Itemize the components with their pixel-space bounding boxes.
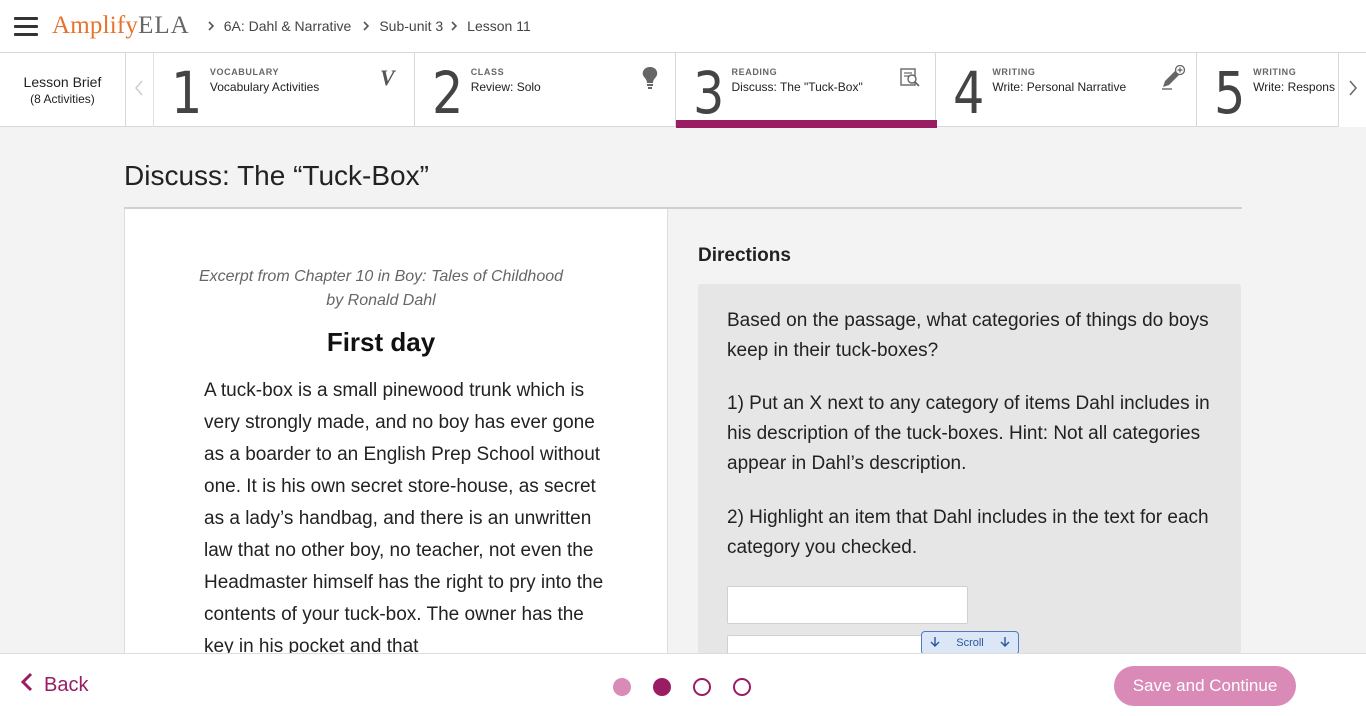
- activity-card-3[interactable]: 3 READING Discuss: The "Tuck-Box": [675, 53, 937, 128]
- activity-category: CLASS: [470, 67, 505, 77]
- back-button[interactable]: Back: [20, 672, 88, 698]
- activity-title: Discuss: The "Tuck-Box": [731, 80, 863, 94]
- activity-prev-button[interactable]: [126, 53, 154, 127]
- chevron-left-icon: [134, 80, 144, 101]
- lesson-brief-count: (8 Activities): [30, 92, 95, 106]
- breadcrumb-lesson[interactable]: Lesson 11: [467, 18, 531, 34]
- activity-number: 1: [170, 59, 203, 127]
- activity-nav: Lesson Brief (8 Activities) 1 VOCABULARY…: [0, 53, 1366, 128]
- amplify-ela-logo[interactable]: AmplifyELA: [52, 12, 190, 40]
- directions-step-2: 2) Highlight an item that Dahl includes …: [727, 507, 1209, 558]
- chapter-title: First day: [326, 327, 436, 357]
- progress-dot-3[interactable]: [693, 678, 711, 696]
- progress-dot-1[interactable]: [613, 678, 631, 696]
- activity-title: Write: Personal Narrative: [992, 80, 1127, 94]
- activity-number: 3: [692, 59, 724, 127]
- arrow-down-icon: [1000, 636, 1010, 651]
- logo-ela-text: ELA: [138, 12, 190, 39]
- category-checkbox-field[interactable]: [727, 586, 968, 624]
- activity-number: 4: [953, 59, 985, 127]
- top-header: AmplifyELA 6A: Dahl & Narrative Sub-unit…: [0, 0, 1366, 53]
- progress-dot-4[interactable]: [733, 678, 751, 696]
- breadcrumb-unit[interactable]: 6A: Dahl & Narrative: [224, 18, 352, 34]
- activity-title: Review: Solo: [470, 80, 541, 94]
- directions-question: Based on the passage, what categories of…: [727, 310, 1209, 361]
- breadcrumb: 6A: Dahl & Narrative Sub-unit 3 Lesson 1…: [200, 18, 531, 34]
- reading-search-icon: [899, 65, 921, 91]
- excerpt-source: Excerpt from Chapter 10 in Boy: Tales of…: [125, 265, 637, 313]
- activity-category: VOCABULARY: [209, 67, 280, 77]
- activity-card-1[interactable]: 1 VOCABULARY Vocabulary Activities V: [154, 53, 415, 127]
- save-and-continue-button[interactable]: Save and Continue: [1114, 666, 1296, 706]
- activity-number: 5: [1214, 59, 1246, 127]
- arrow-down-icon: [930, 636, 940, 651]
- hamburger-menu-icon[interactable]: [0, 0, 52, 53]
- vocabulary-v-icon: V: [378, 65, 400, 91]
- page-title: Discuss: The “Tuck-Box”: [124, 160, 429, 191]
- svg-text:V: V: [380, 65, 397, 90]
- excerpt-line-1: Excerpt from Chapter 10 in Boy: Tales of…: [198, 268, 564, 285]
- activity-card-2[interactable]: 2 CLASS Review: Solo: [415, 53, 676, 127]
- logo-amplify-text: Amplify: [52, 12, 139, 39]
- scroll-label: Scroll: [956, 637, 984, 649]
- chevron-right-icon: [449, 21, 459, 31]
- pencil-plus-icon: [1160, 64, 1186, 91]
- progress-dot-2[interactable]: [653, 678, 671, 696]
- back-label: Back: [44, 673, 89, 696]
- chevron-right-icon: [1348, 80, 1358, 101]
- activity-category: WRITING: [1253, 67, 1297, 77]
- lesson-brief-title: Lesson Brief: [23, 74, 102, 90]
- activity-title: Vocabulary Activities: [209, 80, 320, 94]
- excerpt-line-2: by Ronald Dahl: [326, 292, 436, 309]
- progress-dots: [613, 678, 751, 696]
- directions-step-1: 1) Put an X next to any category of item…: [727, 393, 1210, 474]
- passage-text[interactable]: A tuck-box is a small pinewood trunk whi…: [204, 375, 616, 653]
- footer-bar: Back Save and Continue: [0, 653, 1366, 716]
- activity-category: WRITING: [992, 67, 1036, 77]
- activity-card-4[interactable]: 4 WRITING Write: Personal Narrative: [936, 53, 1198, 127]
- scroll-button[interactable]: Scroll: [921, 631, 1019, 655]
- breadcrumb-subunit[interactable]: Sub-unit 3: [379, 18, 443, 34]
- lightbulb-icon: [639, 65, 661, 91]
- chevron-right-icon: [206, 21, 216, 31]
- chevron-right-icon: [361, 21, 371, 31]
- activity-title: Write: Respons: [1253, 80, 1335, 94]
- activity-number: 2: [431, 59, 464, 127]
- lesson-brief-button[interactable]: Lesson Brief (8 Activities): [0, 53, 126, 127]
- reading-panel[interactable]: Excerpt from Chapter 10 in Boy: Tales of…: [124, 209, 668, 653]
- directions-panel: Based on the passage, what categories of…: [698, 284, 1241, 654]
- activity-next-button[interactable]: [1338, 53, 1366, 127]
- activity-card-5[interactable]: 5 WRITING Write: Respons: [1197, 53, 1338, 127]
- directions-heading: Directions: [698, 245, 791, 266]
- chevron-left-icon: [20, 672, 34, 698]
- activity-category: READING: [731, 67, 778, 77]
